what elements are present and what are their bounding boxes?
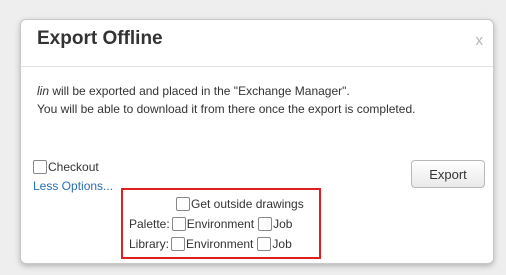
export-offline-dialog: Export Offline x lin will be exported an… <box>20 19 494 264</box>
palette-label: Palette: <box>129 216 170 231</box>
library-row: Library: Environment Job <box>129 236 292 251</box>
dialog-title: Export Offline <box>37 28 163 49</box>
palette-environment-checkbox[interactable] <box>171 216 186 231</box>
checkout-label: Checkout <box>48 159 99 174</box>
message-line-2: You will be able to download it from the… <box>37 102 416 116</box>
close-icon[interactable]: x <box>476 32 484 49</box>
library-label: Library: <box>129 236 170 251</box>
library-job-label: Job <box>272 236 292 251</box>
palette-job-checkbox[interactable] <box>258 216 273 231</box>
message-line-1-text: will be exported and placed in the "Exch… <box>49 84 350 98</box>
export-options-panel: Get outside drawings Palette: Environment… <box>121 188 321 259</box>
palette-environment-label: Environment <box>186 216 255 231</box>
library-environment-checkbox[interactable] <box>171 236 186 251</box>
palette-job-label: Job <box>273 216 293 231</box>
header-divider <box>21 66 493 67</box>
export-message: lin will be exported and placed in the "… <box>37 82 415 118</box>
less-options-link[interactable]: Less Options... <box>33 179 113 193</box>
library-environment-label: Environment <box>186 236 254 251</box>
exported-item-name: lin <box>37 84 50 98</box>
library-job-checkbox[interactable] <box>257 236 272 251</box>
checkout-option[interactable]: Checkout <box>33 159 99 174</box>
checkout-checkbox[interactable] <box>33 159 47 174</box>
get-outside-drawings-option[interactable]: Get outside drawings <box>176 196 304 211</box>
export-button[interactable]: Export <box>411 160 485 188</box>
message-line-1: lin will be exported and placed in the "… <box>37 82 415 100</box>
palette-row: Palette: Environment Job <box>129 216 292 231</box>
get-outside-drawings-label: Get outside drawings <box>191 196 304 211</box>
get-outside-drawings-checkbox[interactable] <box>176 196 190 211</box>
